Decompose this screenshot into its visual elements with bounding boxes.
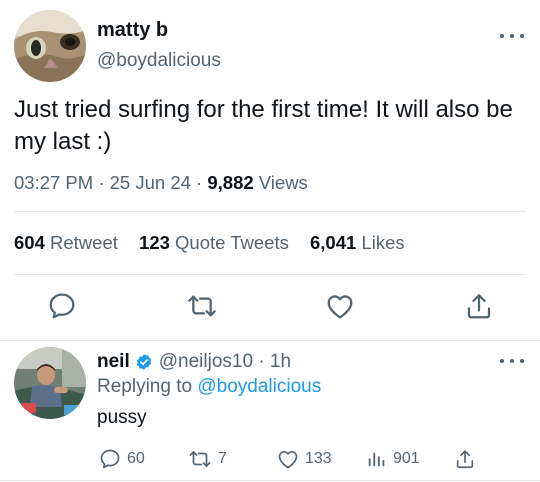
person-in-car-avatar-icon (14, 347, 86, 419)
reply-reply-button[interactable]: 60 (98, 447, 145, 471)
quotes-count: 123 (139, 232, 170, 253)
divider (0, 480, 540, 481)
retweets-count: 604 (14, 232, 45, 253)
heart-icon (327, 295, 353, 319)
replying-prefix: Replying to (97, 376, 193, 397)
cat-face-avatar-icon (14, 10, 86, 82)
reply-like-count: 133 (305, 450, 332, 467)
reply-tweet-text: pussy (97, 407, 147, 428)
quotes-stat[interactable]: 123 Quote Tweets (139, 232, 289, 253)
likes-stat[interactable]: 6,041 Likes (310, 232, 405, 253)
more-dots-icon (500, 359, 504, 363)
reply-header: neil @neiljos10 · 1h (97, 351, 291, 373)
quotes-label: Quote Tweets (175, 232, 289, 253)
tweet-date[interactable]: 25 Jun 24 (110, 172, 191, 193)
engagement-stats: 604 Retweet 123 Quote Tweets 6,041 Likes (14, 232, 421, 254)
reply-more-options-button[interactable] (500, 356, 524, 366)
more-options-button[interactable] (500, 31, 524, 41)
reply-avatar[interactable] (14, 347, 86, 419)
views-label: Views (258, 172, 308, 193)
views-bars-icon (368, 452, 385, 467)
meta-separator: · (98, 172, 105, 193)
share-upload-icon (467, 294, 491, 319)
main-tweet-text: Just tried surfing for the first time! I… (14, 96, 513, 155)
retweets-label: Retweet (50, 232, 118, 253)
reply-view-count: 901 (393, 450, 420, 467)
share-button[interactable] (464, 290, 494, 322)
main-avatar[interactable] (14, 10, 86, 82)
reply-button[interactable] (46, 290, 78, 322)
reply-like-button[interactable]: 133 (276, 447, 332, 471)
reply-retweet-button[interactable]: 7 (187, 447, 227, 471)
likes-label: Likes (361, 232, 405, 253)
divider (14, 274, 526, 275)
likes-count: 6,041 (310, 232, 357, 253)
tweet-meta: 03:27 PM · 25 Jun 24 · 9,882 Views (14, 172, 308, 194)
heart-icon (278, 451, 298, 469)
replying-mention-link[interactable]: @boydalicious (197, 376, 321, 397)
reply-retweet-count: 7 (218, 450, 227, 467)
reply-time[interactable]: 1h (270, 351, 291, 373)
tweet-time[interactable]: 03:27 PM (14, 172, 93, 193)
main-display-name[interactable]: matty b (97, 19, 168, 42)
more-dots-icon (500, 34, 504, 38)
reply-display-name[interactable]: neil (97, 351, 130, 373)
retweet-arrows-icon (189, 451, 211, 467)
reply-share-button[interactable] (454, 447, 481, 471)
reply-bubble-icon (49, 293, 75, 319)
retweet-button[interactable] (186, 290, 218, 322)
replying-to: Replying to @boydalicious (97, 376, 321, 398)
views-count: 9,882 (207, 172, 254, 193)
main-handle[interactable]: @boydalicious (97, 50, 221, 72)
retweets-stat[interactable]: 604 Retweet (14, 232, 118, 253)
like-button[interactable] (324, 290, 356, 322)
reply-bubble-icon (100, 449, 120, 469)
share-upload-icon (456, 450, 474, 469)
reply-views-button[interactable]: 901 (366, 447, 420, 471)
reply-handle[interactable]: @neiljos10 (159, 351, 253, 373)
meta-separator: · (196, 172, 203, 193)
main-tweet: matty b @boydalicious Just tried surfing… (0, 0, 540, 338)
reply-reply-count: 60 (127, 450, 145, 467)
retweet-arrows-icon (188, 295, 216, 317)
verified-badge-icon (135, 353, 153, 371)
divider (14, 211, 526, 212)
divider (0, 340, 540, 341)
